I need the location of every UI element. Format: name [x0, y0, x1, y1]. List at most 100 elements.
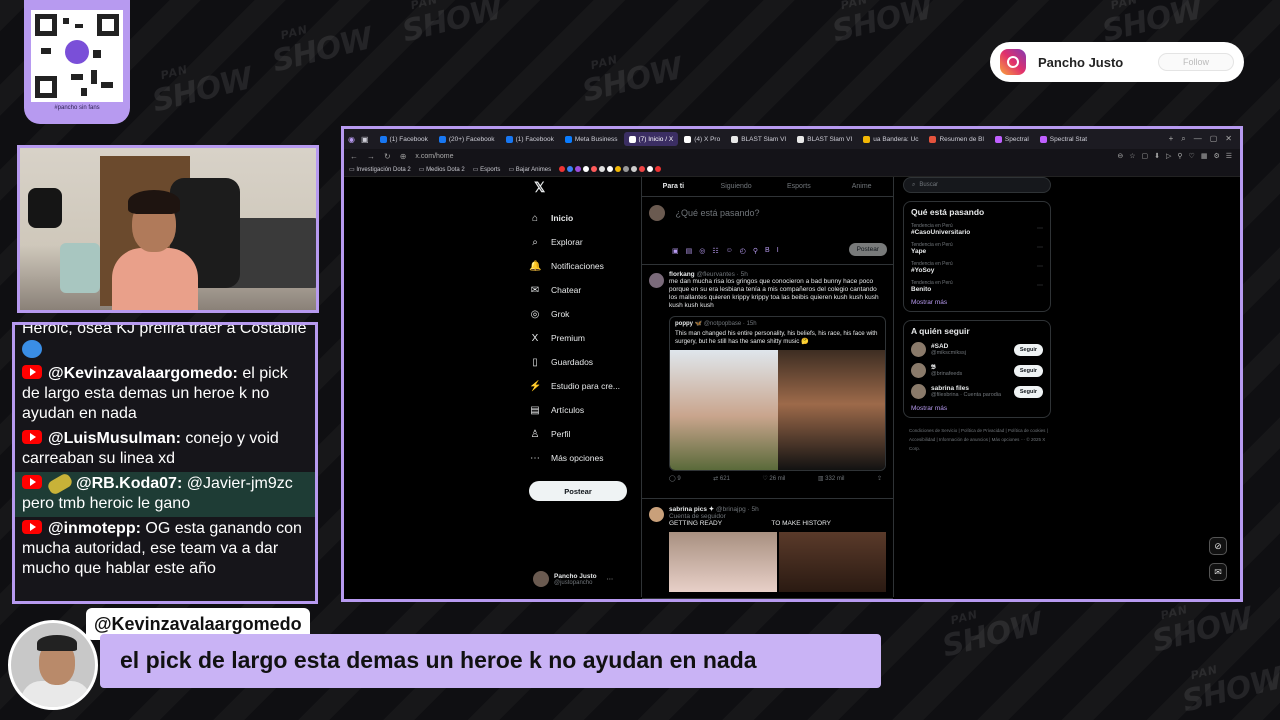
trend-item[interactable]: Tendencia en Perú Benito ⋯: [911, 280, 1043, 293]
grok-icon[interactable]: ⊘: [1209, 537, 1227, 555]
bookmark-folder[interactable]: ▭ Investigación Dota 2: [349, 166, 411, 173]
bookmark-icon[interactable]: ☆: [1129, 152, 1135, 160]
new-tab-icon[interactable]: +: [1169, 134, 1174, 144]
more-icon[interactable]: ⋯: [1037, 263, 1043, 270]
maximize-icon[interactable]: ▢: [1210, 134, 1218, 144]
menu-icon[interactable]: ☰: [1226, 152, 1232, 160]
browser-tab[interactable]: BLAST Slam VI: [726, 132, 791, 146]
zoom-icon[interactable]: ⊖: [1117, 152, 1123, 160]
tweet[interactable]: sabrina pics ✦ @brinajpg · 5h Cuenta de …: [642, 499, 893, 599]
follow-account-button[interactable]: Seguir: [1013, 364, 1043, 377]
tweet-media[interactable]: [669, 532, 886, 592]
footer-links[interactable]: Condiciones de Servicio | Política de Pr…: [903, 426, 1051, 453]
workspace-icon[interactable]: ▣: [361, 135, 369, 144]
more-icon[interactable]: ⋯: [1037, 282, 1043, 289]
nav-item-premium[interactable]: X Premium: [529, 326, 639, 350]
browser-tab[interactable]: Meta Business: [560, 132, 623, 146]
url-field[interactable]: x.com/home: [415, 153, 453, 160]
like-icon[interactable]: ♡ 26 mil: [762, 475, 785, 482]
browser-tab[interactable]: Spectral: [990, 132, 1034, 146]
minimize-icon[interactable]: —: [1194, 134, 1202, 144]
quote-media[interactable]: [670, 350, 885, 470]
browser-tab[interactable]: (1) Facebook: [501, 132, 559, 146]
nav-item-home[interactable]: ⌂ Inicio: [529, 206, 639, 230]
suggested-account[interactable]: 𝕭 @brinafeeds Seguir: [911, 363, 1043, 378]
nav-item-bookmarks[interactable]: ▯ Guardados: [529, 350, 639, 374]
reply-icon[interactable]: ◯ 9: [669, 475, 681, 482]
extension-icon[interactable]: ▦: [1201, 152, 1208, 160]
share-icon[interactable]: ⇪: [877, 475, 882, 482]
views-icon[interactable]: ▥ 332 mil: [818, 475, 845, 482]
retweet-icon[interactable]: ⇄ 621: [713, 475, 730, 482]
nav-item-grok[interactable]: ◎ Grok: [529, 302, 639, 326]
nav-item-chat[interactable]: ✉ Chatear: [529, 278, 639, 302]
x-logo-icon[interactable]: 𝕏: [534, 179, 639, 196]
more-icon[interactable]: ⋯: [607, 575, 614, 583]
play-icon[interactable]: ▷: [1166, 152, 1171, 160]
browser-menu-icon[interactable]: ◉: [348, 135, 355, 144]
tab-esports[interactable]: Esports: [768, 183, 831, 190]
schedule-icon[interactable]: ◴: [740, 247, 746, 255]
more-icon[interactable]: ⋯: [1037, 244, 1043, 251]
bookmark-folder[interactable]: ▭ Bajar Animes: [508, 166, 551, 173]
tab-anime[interactable]: Anime: [830, 183, 893, 190]
follow-button[interactable]: Follow: [1157, 53, 1234, 71]
settings-icon[interactable]: ⚙: [1213, 152, 1219, 160]
search-input[interactable]: ⌕ Buscar: [903, 177, 1051, 193]
nav-item-articles[interactable]: ▤ Artículos: [529, 398, 639, 422]
show-more-link[interactable]: Mostrar más: [911, 299, 1043, 306]
composer-input[interactable]: ¿Qué está pasando?: [675, 208, 759, 218]
quoted-tweet[interactable]: poppy 🦋 @notpopbase · 15h This man chang…: [669, 316, 886, 471]
grok-icon[interactable]: ◎: [699, 247, 705, 255]
messages-icon[interactable]: ✉: [1209, 563, 1227, 581]
composer-post-button[interactable]: Postear: [848, 243, 887, 256]
post-button[interactable]: Postear: [529, 481, 627, 501]
suggested-account[interactable]: #SAD @mikscmikssj Seguir: [911, 342, 1043, 357]
forward-icon[interactable]: →: [367, 152, 375, 161]
nav-item-profile[interactable]: ♙ Perfil: [529, 422, 639, 446]
browser-tab[interactable]: (20+) Facebook: [434, 132, 500, 146]
search-tabs-icon[interactable]: ⌕: [1181, 134, 1185, 144]
poll-icon[interactable]: ☷: [712, 247, 718, 255]
browser-tab[interactable]: ua Bandera: Uc: [858, 132, 923, 146]
nav-item-creator-studio[interactable]: ⚡ Estudio para cre...: [529, 374, 639, 398]
heart-icon[interactable]: ♡: [1189, 152, 1195, 160]
bookmark-folder[interactable]: ▭ Esports: [473, 166, 501, 173]
browser-tab[interactable]: (1) Facebook: [375, 132, 433, 146]
bold-icon[interactable]: B: [765, 247, 770, 255]
emoji-icon[interactable]: ☺: [726, 247, 733, 255]
account-switcher[interactable]: Pancho Justo @justopancho ⋯: [533, 571, 613, 587]
browser-tab[interactable]: BLAST Slam VI: [792, 132, 857, 146]
location-icon[interactable]: ⚲: [753, 247, 758, 255]
browser-tab[interactable]: (4) X Pro: [679, 132, 725, 146]
trend-item[interactable]: Tendencia en Perú #YoSoy ⋯: [911, 261, 1043, 274]
close-icon[interactable]: ✕: [1225, 134, 1232, 144]
bookmark-folder[interactable]: ▭ Medios Dota 2: [419, 166, 465, 173]
nav-item-more[interactable]: ⋯ Más opciones: [529, 446, 639, 470]
nav-item-explore[interactable]: ⌕ Explorar: [529, 230, 639, 254]
bookmark-favicons[interactable]: [559, 165, 663, 174]
download-icon[interactable]: ⬇: [1154, 152, 1160, 160]
pin-icon[interactable]: ⚲: [1177, 152, 1182, 160]
trend-item[interactable]: Tendencia en Perú Yape ⋯: [911, 242, 1043, 255]
trend-item[interactable]: Tendencia en Perú #CasoUniversitario ⋯: [911, 223, 1043, 236]
italic-icon[interactable]: I: [777, 247, 779, 255]
gif-icon[interactable]: ▤: [686, 247, 693, 255]
reload-icon[interactable]: ↻: [384, 152, 391, 161]
more-icon[interactable]: ⋯: [1037, 225, 1043, 232]
back-icon[interactable]: ←: [350, 152, 358, 161]
site-info-icon[interactable]: ⊕: [400, 152, 407, 161]
suggested-account[interactable]: sabrina files @filesbrina · Cuenta parodi…: [911, 384, 1043, 399]
browser-tab[interactable]: Resumen de Bl: [924, 132, 988, 146]
image-icon[interactable]: ▣: [672, 247, 679, 255]
tab-siguiendo[interactable]: Siguiendo: [705, 183, 768, 190]
tab-para-ti[interactable]: Para ti: [642, 183, 705, 190]
nav-item-notifications[interactable]: 🔔 Notificaciones: [529, 254, 639, 278]
follow-account-button[interactable]: Seguir: [1013, 343, 1043, 356]
screenshot-icon[interactable]: ▢: [1142, 152, 1149, 160]
browser-tab[interactable]: (7) Inicio / X: [623, 132, 679, 146]
follow-account-button[interactable]: Seguir: [1013, 385, 1043, 398]
show-more-link[interactable]: Mostrar más: [911, 405, 1043, 412]
tweet[interactable]: florkang @fleurvantes · 5h me dan mucha …: [642, 265, 893, 499]
browser-tab[interactable]: Spectral Stat: [1035, 132, 1092, 146]
